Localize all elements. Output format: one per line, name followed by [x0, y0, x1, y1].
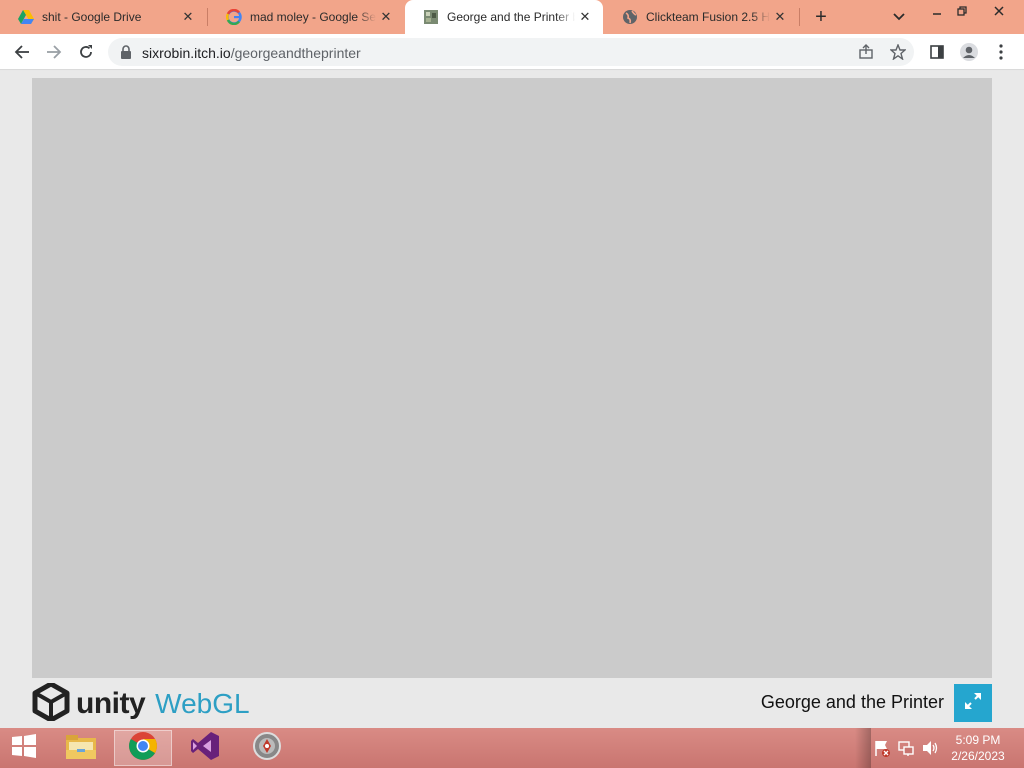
globe-icon: [622, 9, 638, 25]
close-icon[interactable]: ✕: [178, 7, 198, 27]
taskbar-clickteam-fusion[interactable]: [238, 730, 296, 766]
action-center-flag-icon[interactable]: [872, 738, 892, 758]
clock-date: 2/26/2023: [951, 749, 1005, 763]
tab-google-drive[interactable]: shit - Google Drive ✕: [0, 0, 206, 34]
windows-taskbar: 5:09 PM 2/26/2023: [0, 728, 1024, 768]
unity-cube-icon: [32, 681, 70, 726]
share-icon[interactable]: [856, 42, 876, 62]
url-text: sixrobin.itch.io/georgeandtheprinter: [142, 45, 361, 61]
unity-wordmark: unity: [76, 687, 146, 720]
taskbar-visual-studio[interactable]: [176, 730, 234, 766]
close-icon[interactable]: ✕: [770, 7, 790, 27]
tab-title: Clickteam Fusion 2.5 HTML5: [646, 10, 770, 24]
back-button[interactable]: [8, 38, 36, 66]
new-tab-button[interactable]: +: [808, 4, 834, 30]
menu-kebab-icon[interactable]: [988, 39, 1014, 65]
close-icon[interactable]: ✕: [575, 7, 595, 27]
google-drive-icon: [18, 9, 34, 25]
tab-strip: shit - Google Drive ✕ mad moley - Google…: [0, 0, 1024, 34]
browser-toolbar: sixrobin.itch.io/georgeandtheprinter: [0, 34, 1024, 70]
volume-icon[interactable]: [920, 738, 940, 758]
unity-webgl-footer: unity WebGL George and the Printer: [32, 678, 992, 726]
game-title: George and the Printer: [760, 692, 944, 712]
tab-george-and-the-printer[interactable]: George and the Printer by sixrobin ✕: [405, 0, 603, 34]
windows-logo-icon: [11, 733, 37, 763]
lock-icon[interactable]: [120, 45, 134, 59]
tab-title: shit - Google Drive: [42, 10, 142, 24]
reload-button[interactable]: [72, 38, 100, 66]
fullscreen-button[interactable]: [954, 684, 992, 722]
side-panel-icon[interactable]: [924, 39, 950, 65]
visual-studio-icon: [190, 731, 220, 766]
tab-title: mad moley - Google Search: [250, 10, 376, 24]
chrome-icon: [128, 731, 158, 766]
taskbar-file-explorer[interactable]: [52, 730, 110, 766]
restore-button[interactable]: [945, 0, 979, 22]
tab-search-chevron-icon[interactable]: [888, 6, 910, 28]
web-page: unity WebGL George and the Printer: [0, 71, 1024, 728]
clickteam-fusion-icon: [252, 731, 282, 766]
unity-webgl-logo: unity WebGL: [32, 681, 250, 726]
tray-divider: [855, 728, 871, 768]
itch-game-icon: [423, 9, 439, 25]
bookmark-star-icon[interactable]: [888, 42, 908, 62]
close-window-button[interactable]: [982, 0, 1016, 22]
google-icon: [226, 9, 242, 25]
unity-game-canvas[interactable]: [32, 78, 992, 678]
tab-google-search[interactable]: mad moley - Google Search ✕: [208, 0, 404, 34]
network-icon[interactable]: [896, 738, 916, 758]
address-bar[interactable]: sixrobin.itch.io/georgeandtheprinter: [108, 38, 914, 66]
taskbar-chrome[interactable]: [114, 730, 172, 766]
expand-icon: [964, 692, 982, 715]
file-explorer-icon: [65, 732, 97, 765]
start-button[interactable]: [4, 732, 44, 764]
tab-clickteam-fusion[interactable]: Clickteam Fusion 2.5 HTML5 ✕: [604, 0, 798, 34]
profile-avatar-icon[interactable]: [956, 39, 982, 65]
close-icon[interactable]: ✕: [376, 7, 396, 27]
taskbar-clock[interactable]: 5:09 PM 2/26/2023: [946, 732, 1010, 764]
tab-separator: [799, 8, 800, 26]
tab-title: George and the Printer by sixrobin: [447, 10, 575, 24]
clock-time: 5:09 PM: [955, 733, 1001, 747]
forward-button[interactable]: [40, 38, 68, 66]
webgl-wordmark: WebGL: [155, 688, 250, 719]
